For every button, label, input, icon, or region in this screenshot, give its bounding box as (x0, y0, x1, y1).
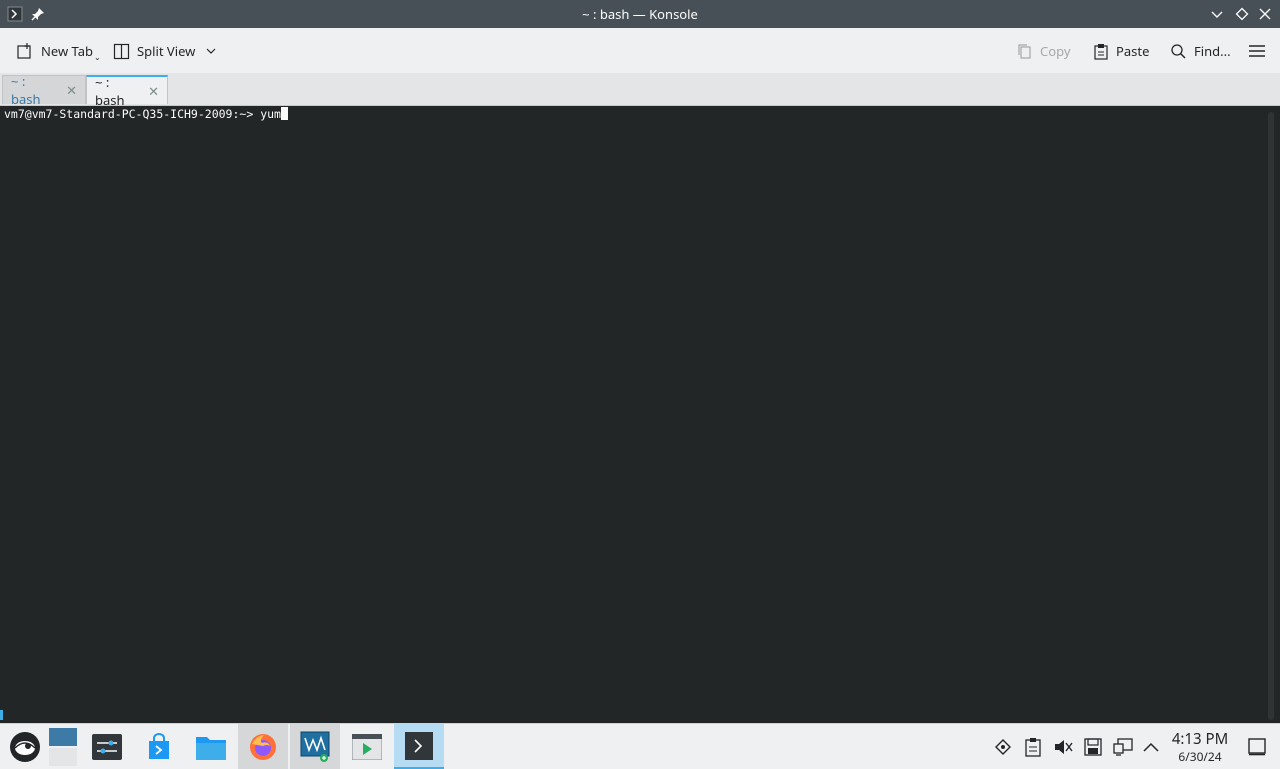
close-tab-icon[interactable]: ✕ (148, 82, 159, 100)
close-tab-icon[interactable]: ✕ (66, 81, 77, 99)
firefox-button[interactable] (238, 724, 288, 769)
terminal-scrollbar[interactable] (1268, 112, 1274, 720)
terminal-line: vm7@vm7-Standard-PC-Q35-ICH9-2009:~> yum (4, 107, 288, 121)
new-tab-icon (17, 43, 31, 59)
network-wired-icon[interactable] (1112, 736, 1134, 758)
network-vpn-icon[interactable] (992, 736, 1014, 758)
file-manager-button[interactable] (186, 724, 236, 769)
system-settings-icon (92, 733, 122, 760)
tray-expand-icon[interactable] (1140, 736, 1162, 758)
find-label: Find... (1194, 42, 1231, 60)
hamburger-menu-icon (1249, 45, 1265, 57)
konsole-icon (405, 731, 433, 760)
shell-prompt: vm7@vm7-Standard-PC-Q35-ICH9-2009:~> (4, 107, 261, 121)
konsole-task-button[interactable] (394, 724, 444, 769)
pager-button[interactable] (38, 724, 88, 769)
hamburger-menu-button[interactable] (1248, 36, 1273, 66)
split-view-label: Split View (137, 42, 196, 60)
minimize-icon[interactable] (1205, 0, 1229, 28)
scroll-marker (0, 710, 3, 720)
tab-label: ~ : bash (11, 72, 41, 108)
vm-manager-button[interactable] (290, 724, 340, 769)
clock-date[interactable]: 6/30/24 (1166, 748, 1234, 765)
file-manager-icon (196, 736, 226, 760)
maximize-icon[interactable] (1230, 0, 1254, 28)
copy-button[interactable]: Copy (1016, 36, 1070, 66)
command-input: yum (260, 107, 281, 121)
window-title: ~ : bash — Konsole (582, 5, 698, 23)
tab-bar: ~ : bash ✕ ~ : bash ✕ (0, 72, 1280, 109)
vm-manager-icon (300, 731, 330, 762)
copy-label: Copy (1040, 42, 1071, 60)
system-settings-button[interactable] (82, 724, 132, 769)
tab-label: ~ : bash (95, 72, 125, 109)
storage-device-icon[interactable] (1082, 736, 1104, 758)
taskbar: 4:13 PM 6/30/24 (0, 723, 1280, 769)
chevron-down-icon[interactable] (205, 45, 217, 57)
text-cursor (280, 107, 288, 120)
clipboard-icon[interactable] (1022, 736, 1044, 758)
new-tab-label: New Tab (41, 42, 94, 60)
copy-icon (1018, 43, 1031, 59)
paste-button[interactable]: Paste (1093, 36, 1149, 66)
tab-bash-2[interactable]: ~ : bash ✕ (86, 73, 168, 109)
search-icon (1171, 43, 1186, 59)
tab-bash-1[interactable]: ~ : bash ✕ (2, 72, 86, 108)
desktop-pager-icon (49, 727, 77, 766)
find-button[interactable]: Find... (1170, 36, 1231, 66)
new-tab-dropdown-icon[interactable]: ⌄ (94, 52, 101, 63)
firefox-icon (250, 733, 276, 760)
media-player-icon (352, 733, 382, 760)
new-tab-button[interactable]: New Tab ⌄ (16, 36, 101, 66)
close-window-icon[interactable] (1253, 0, 1277, 28)
split-view-button[interactable]: Split View (113, 36, 224, 66)
window-titlebar[interactable]: ~ : bash — Konsole (0, 0, 1280, 28)
terminal-area[interactable]: vm7@vm7-Standard-PC-Q35-ICH9-2009:~> yum (0, 106, 1280, 723)
media-player-button[interactable] (342, 724, 392, 769)
paste-label: Paste (1116, 42, 1150, 60)
show-desktop-icon[interactable] (1246, 736, 1268, 758)
main-toolbar: New Tab ⌄ Split View Copy Paste Find... (0, 28, 1280, 74)
clock-time[interactable]: 4:13 PM (1166, 729, 1234, 749)
paste-icon (1094, 43, 1108, 60)
opensuse-menu-icon (10, 731, 40, 762)
volume-muted-icon[interactable] (1052, 736, 1074, 758)
discover-button[interactable] (134, 724, 184, 769)
split-view-icon (113, 43, 130, 59)
discover-store-icon (149, 732, 169, 759)
